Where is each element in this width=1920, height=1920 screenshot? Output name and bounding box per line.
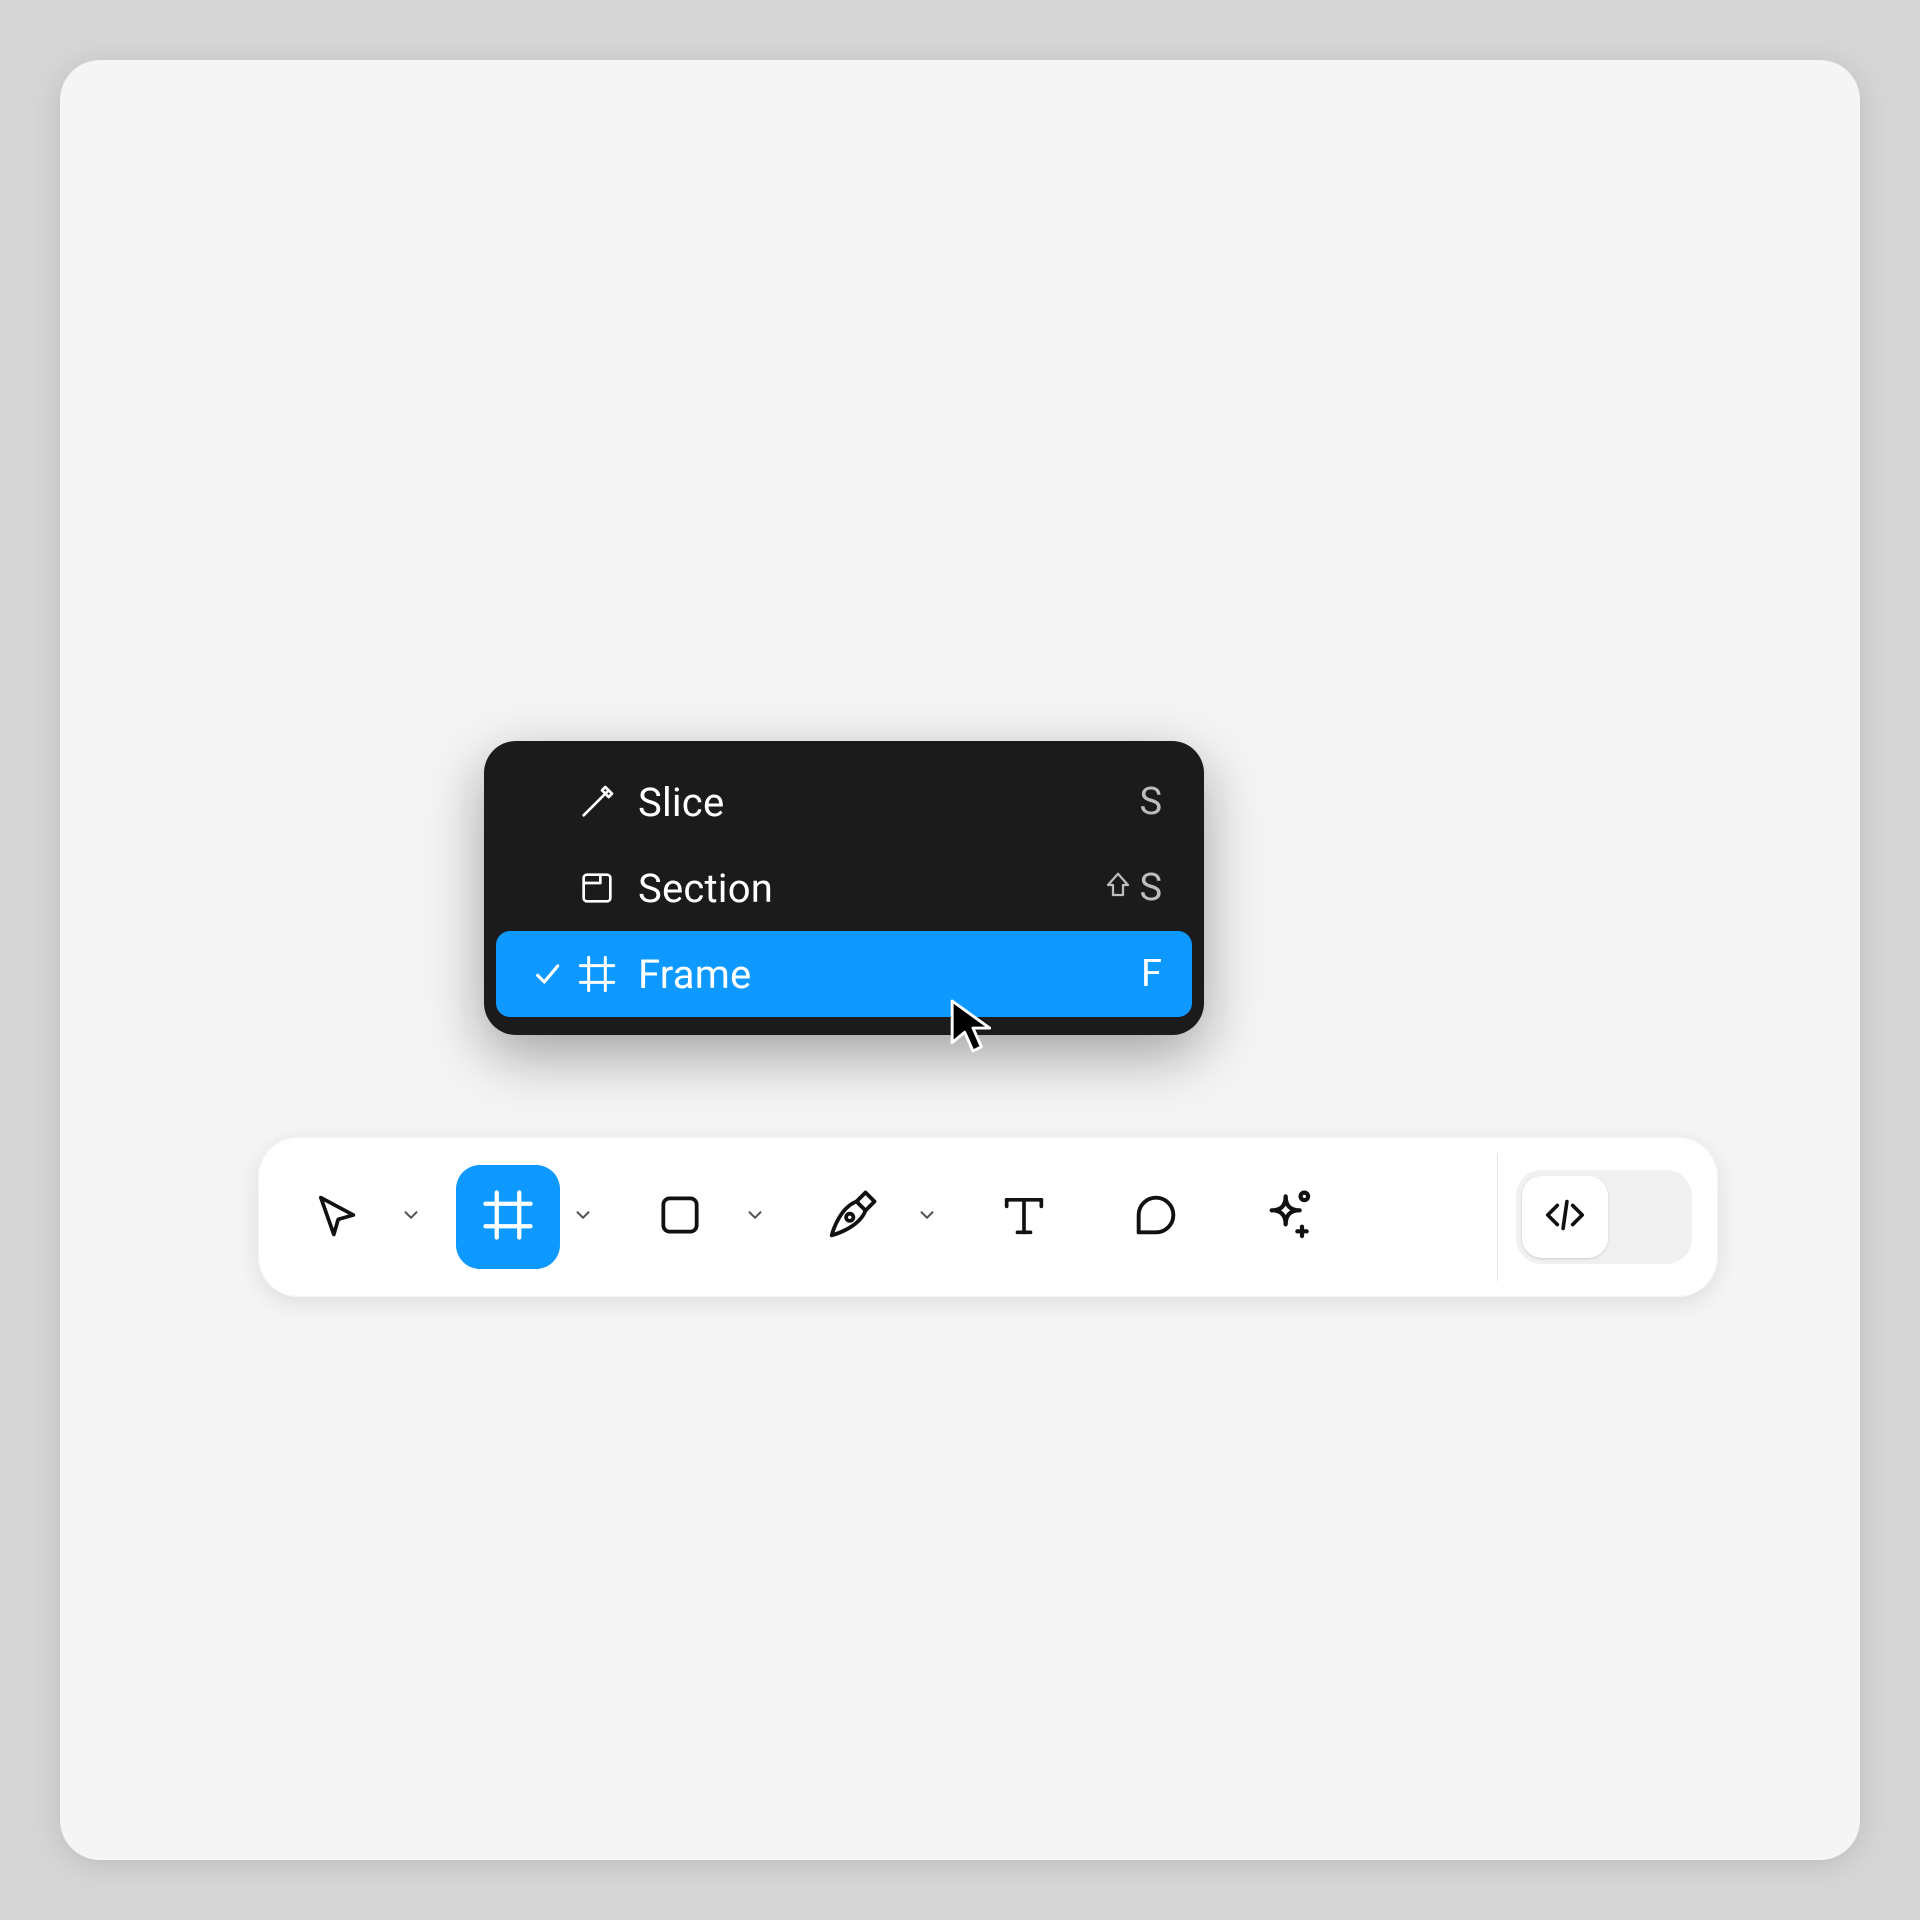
menu-item-label: Frame [638, 951, 1141, 998]
tool-group-shape [628, 1165, 772, 1269]
pen-tool-chevron[interactable] [910, 1165, 944, 1269]
menu-item-section[interactable]: Section S [496, 845, 1192, 931]
tool-group-frame [456, 1165, 600, 1269]
chevron-down-icon [572, 1204, 594, 1230]
menu-item-shortcut: S [1103, 866, 1162, 910]
square-icon [655, 1190, 705, 1244]
region-tools-menu: Slice S Section S [484, 741, 1204, 1035]
shift-icon [1103, 866, 1133, 910]
dev-mode-button[interactable] [1522, 1176, 1608, 1258]
chevron-down-icon [400, 1204, 422, 1230]
frame-tool[interactable] [456, 1165, 560, 1269]
comment-icon [1130, 1189, 1182, 1245]
menu-item-shortcut: F [1141, 952, 1162, 996]
menu-item-shortcut: S [1139, 780, 1162, 824]
menu-item-slice[interactable]: Slice S [496, 759, 1192, 845]
sparkle-icon [1260, 1187, 1316, 1247]
tool-group-move [284, 1165, 428, 1269]
shortcut-key: S [1139, 866, 1162, 910]
dev-mode-toggle[interactable] [1516, 1170, 1692, 1264]
menu-item-frame[interactable]: Frame F [496, 931, 1192, 1017]
menu-item-label: Section [638, 865, 1103, 912]
tool-group-pen [800, 1165, 944, 1269]
chevron-down-icon [916, 1204, 938, 1230]
pen-tool[interactable] [800, 1165, 904, 1269]
canvas: Slice S Section S [60, 60, 1860, 1860]
toolbar-divider [1497, 1153, 1498, 1281]
move-tool-chevron[interactable] [394, 1165, 428, 1269]
chevron-down-icon [744, 1204, 766, 1230]
move-tool[interactable] [284, 1165, 388, 1269]
code-icon [1542, 1192, 1588, 1242]
slice-icon [572, 782, 622, 822]
main-toolbar [258, 1137, 1718, 1297]
shape-tool-chevron[interactable] [738, 1165, 772, 1269]
menu-item-label: Slice [638, 779, 1139, 826]
frame-tool-chevron[interactable] [566, 1165, 600, 1269]
text-icon [998, 1189, 1050, 1245]
comment-tool[interactable] [1104, 1165, 1208, 1269]
shape-tool[interactable] [628, 1165, 732, 1269]
frame-icon [572, 954, 622, 994]
pen-icon [825, 1188, 879, 1246]
shortcut-key: F [1141, 952, 1162, 996]
ai-tool[interactable] [1236, 1165, 1340, 1269]
frame-icon [481, 1188, 535, 1246]
section-icon [572, 868, 622, 908]
check-icon [522, 958, 572, 990]
text-tool[interactable] [972, 1165, 1076, 1269]
dev-mode-track [1608, 1176, 1686, 1258]
cursor-icon [310, 1189, 362, 1245]
shortcut-key: S [1139, 780, 1162, 824]
